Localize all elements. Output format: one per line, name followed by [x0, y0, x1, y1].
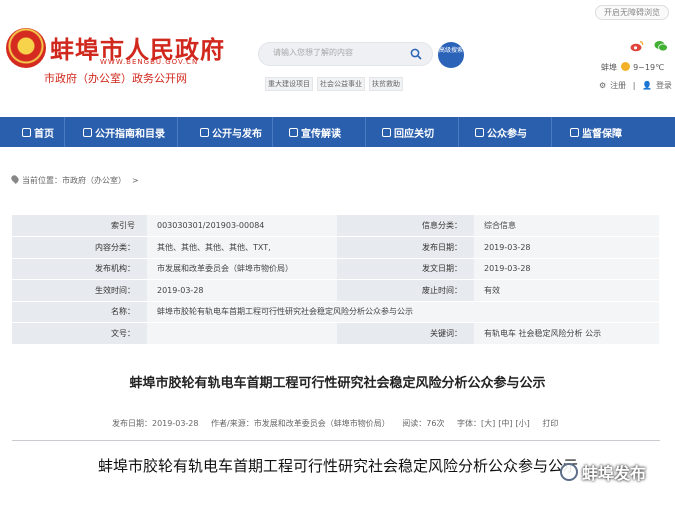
nav-label: 宣传解读 [301, 128, 341, 140]
meta-value: 有效 [474, 279, 659, 302]
meta-label: 发布机构： [12, 258, 147, 280]
breadcrumb-item[interactable]: 市政府（办公室） [62, 176, 126, 185]
megaphone-icon [289, 127, 298, 137]
meta-value: 003030301/201903-00084 [147, 215, 337, 237]
article-source: 作者/来源：市发展和改革委员会（蚌埠市物价局） [211, 419, 390, 428]
shield-icon [570, 127, 579, 137]
meta-value [147, 322, 337, 345]
table-row: 发布机构： 市发展和改革委员会（蚌埠市物价局） 发文日期： 2019-03-28 [12, 258, 659, 280]
hot-tag[interactable]: 社会公益事业 [317, 77, 365, 91]
search-icon[interactable] [410, 48, 422, 60]
article-info-bar: 发布日期：2019-03-28 作者/来源：市发展和改革委员会（蚌埠市物价局） … [112, 418, 568, 429]
nav-item-response[interactable]: 回应关切 [366, 117, 458, 147]
weather-temp: 9~19℃ [633, 63, 665, 72]
table-row: 文号： 关键词： 有轨电车 社会稳定风险分析 公示 [12, 322, 659, 345]
weibo-icon[interactable] [630, 40, 644, 52]
register-link[interactable]: 注册 [610, 81, 626, 90]
search-input[interactable] [273, 48, 403, 57]
watermark-text: 蚌埠发布 [582, 464, 647, 483]
breadcrumb-arrow: > [132, 176, 139, 185]
meta-label: 索引号 [12, 215, 147, 237]
meta-label: 发布日期： [337, 236, 474, 259]
meta-value: 有轨电车 社会稳定风险分析 公示 [474, 322, 659, 345]
table-row: 内容分类： 其他、其他、其他、其他、TXT, 发布日期： 2019-03-28 [12, 236, 659, 259]
meta-label: 文号： [12, 322, 147, 345]
font-large-button[interactable]: [大] [481, 419, 495, 428]
nav-item-guide[interactable]: 公开指南和目录 [65, 117, 177, 147]
user-icon: ⚙ [599, 81, 607, 90]
meta-label: 信息分类： [337, 215, 474, 237]
nav-item-interpretation[interactable]: 宣传解读 [273, 117, 365, 147]
print-button[interactable]: 打印 [542, 419, 558, 428]
document-icon [200, 127, 209, 137]
site-subtitle: 市政府（办公室）政务公开网 [44, 72, 187, 85]
publish-date: 发布日期：2019-03-28 [112, 419, 199, 428]
chat-icon [382, 127, 391, 137]
location-pin-icon [10, 174, 20, 184]
national-emblem-icon [6, 28, 46, 68]
nav-label: 公开与发布 [212, 128, 262, 140]
watermark: 蚌埠发布 [560, 460, 646, 484]
meta-label: 内容分类： [12, 236, 147, 259]
main-nav: 首页 公开指南和目录 公开与发布 宣传解读 回应关切 公众参与 监督保障 [0, 117, 675, 147]
user-links: ⚙ 注册 | 👤 登录 [597, 80, 674, 91]
wechat-account-icon [560, 463, 578, 481]
nav-label: 公开指南和目录 [95, 128, 165, 140]
nav-item-supervision[interactable]: 监督保障 [552, 117, 670, 147]
table-row: 名称： 蚌埠市胶轮有轨电车首期工程可行性研究社会稳定风险分析公众参与公示 [12, 301, 659, 323]
advanced-search-button[interactable]: 高级搜索 [438, 42, 464, 68]
accessibility-button[interactable]: 开启无障碍浏览 [595, 5, 669, 20]
table-row: 索引号 003030301/201903-00084 信息分类： 综合信息 [12, 215, 659, 237]
view-count: 阅读：76次 [402, 419, 445, 428]
nav-item-participation[interactable]: 公众参与 [459, 117, 551, 147]
article-title: 蚌埠市胶轮有轨电车首期工程可行性研究社会稳定风险分析公众参与公示 [129, 376, 546, 391]
nav-label: 监督保障 [582, 128, 622, 140]
meta-value: 综合信息 [474, 215, 659, 237]
meta-label: 发文日期： [337, 258, 474, 280]
meta-value: 其他、其他、其他、其他、TXT, [147, 236, 337, 259]
weather-city: 蚌埠 [601, 63, 617, 72]
meta-value: 2019-03-28 [474, 236, 659, 259]
nav-item-publish[interactable]: 公开与发布 [178, 117, 272, 147]
list-icon [83, 127, 92, 137]
divider [12, 440, 660, 441]
search-box [258, 42, 433, 66]
font-medium-button[interactable]: [中] [498, 419, 512, 428]
sun-icon [620, 62, 630, 71]
site-url: WWW.BENGBU.GOV.CN [100, 58, 199, 66]
breadcrumb-prefix: 当前位置： [22, 176, 62, 185]
nav-label: 首页 [34, 128, 54, 140]
weather-widget: 蚌埠 9~19℃ [601, 62, 664, 73]
hot-tag[interactable]: 扶贫救助 [369, 77, 403, 91]
font-small-button[interactable]: [小] [516, 419, 530, 428]
table-row: 生效时间： 2019-03-28 废止时间： 有效 [12, 279, 659, 302]
nav-label: 公众参与 [487, 128, 527, 140]
meta-label: 废止时间： [337, 279, 474, 302]
site-header: 开启无障碍浏览 蚌埠市人民政府 WWW.BENGBU.GOV.CN 市政府（办公… [0, 0, 675, 110]
meta-value: 2019-03-28 [474, 258, 659, 280]
hot-tag[interactable]: 重大建设项目 [265, 77, 313, 91]
home-icon [22, 127, 31, 137]
nav-label: 回应关切 [394, 128, 434, 140]
login-link[interactable]: 登录 [656, 81, 672, 90]
meta-value: 2019-03-28 [147, 279, 337, 302]
people-icon [475, 127, 484, 137]
login-icon: 👤 [641, 81, 652, 90]
meta-label: 关键词： [337, 322, 474, 345]
meta-value: 蚌埠市胶轮有轨电车首期工程可行性研究社会稳定风险分析公众参与公示 [147, 301, 659, 323]
wechat-icon[interactable] [654, 40, 668, 52]
font-size-label: 字体： [457, 419, 482, 428]
meta-label: 名称： [12, 301, 147, 323]
meta-value: 市发展和改革委员会（蚌埠市物价局） [147, 258, 337, 280]
breadcrumb: 当前位置：市政府（办公室） > [10, 174, 145, 186]
meta-label: 生效时间： [12, 279, 147, 302]
nav-item-home[interactable]: 首页 [0, 117, 64, 147]
link-divider: | [632, 81, 636, 90]
document-meta-table: 索引号 003030301/201903-00084 信息分类： 综合信息 内容… [12, 215, 659, 345]
hot-tags: 重大建设项目 社会公益事业 扶贫救助 [265, 77, 403, 91]
